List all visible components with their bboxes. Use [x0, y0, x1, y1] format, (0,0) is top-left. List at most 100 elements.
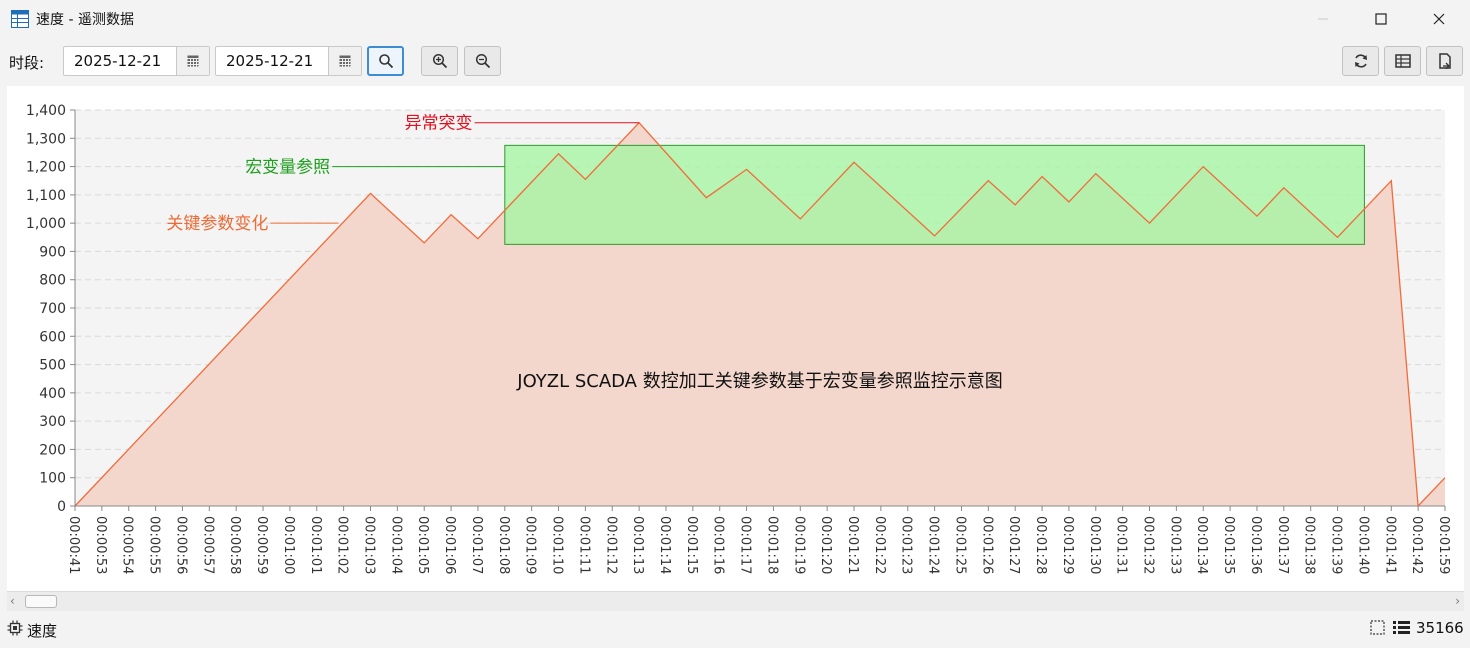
y-tick-label: 400 [39, 386, 66, 402]
toolbar: 时段: 2025-12-21 2025-12-21 [0, 38, 1470, 84]
x-tick-label: 00:01:04 [388, 516, 403, 574]
zoom-in-button[interactable] [421, 46, 458, 76]
x-tick-label: 00:01:07 [469, 516, 484, 574]
selection-icon[interactable] [1370, 620, 1385, 635]
search-icon [378, 54, 393, 69]
search-button[interactable] [367, 46, 404, 76]
x-tick-label: 00:01:20 [818, 516, 833, 574]
list-icon[interactable] [1393, 620, 1410, 635]
zoom-out-button[interactable] [464, 46, 501, 76]
y-tick-label: 1,400 [26, 103, 66, 119]
close-button[interactable] [1410, 0, 1468, 38]
y-tick-label: 1,300 [26, 131, 66, 147]
x-tick-label: 00:01:29 [1060, 516, 1075, 574]
x-tick-label: 00:01:28 [1033, 516, 1048, 574]
x-tick-label: 00:01:31 [1114, 516, 1129, 574]
x-tick-label: 00:01:22 [872, 516, 887, 574]
end-calendar-button[interactable] [328, 47, 361, 75]
calendar-icon [339, 55, 351, 67]
y-tick-label: 1,100 [26, 188, 66, 204]
maximize-icon [1375, 13, 1387, 25]
y-tick-label: 200 [39, 442, 66, 458]
record-count: 35166 [1416, 619, 1464, 637]
end-date-input[interactable]: 2025-12-21 [216, 47, 328, 75]
x-tick-label: 00:01:40 [1355, 516, 1370, 574]
x-tick-label: 00:01:35 [1221, 516, 1236, 574]
export-file-icon [1438, 53, 1451, 69]
x-tick-label: 00:00:59 [254, 516, 269, 574]
x-tick-label: 00:00:56 [173, 516, 188, 574]
refresh-icon [1354, 54, 1367, 68]
y-tick-label: 900 [39, 244, 66, 260]
x-tick-label: 00:01:01 [308, 516, 323, 574]
x-tick-label: 00:01:13 [630, 516, 645, 574]
x-tick-label: 00:01:03 [361, 516, 376, 574]
annotation-label: 异常突变 [405, 114, 473, 134]
x-tick-label: 00:01:23 [899, 516, 914, 574]
x-axis-ticks: 00:00:41 00:00:53 00:00:54 00:00:55 00:00:56… [66, 506, 1451, 574]
y-tick-label: 0 [57, 499, 66, 515]
period-label: 时段: [9, 54, 45, 72]
start-calendar-button[interactable] [176, 47, 209, 75]
close-icon [1433, 13, 1445, 25]
annotation-label: 宏变量参照 [245, 158, 330, 178]
x-tick-label: 00:01:15 [684, 516, 699, 574]
refresh-button[interactable] [1342, 46, 1379, 76]
y-tick-label: 300 [39, 414, 66, 430]
x-tick-label: 00:01:19 [791, 516, 806, 574]
annotation-label: 关键参数变化 [166, 214, 268, 234]
minimize-button[interactable] [1294, 0, 1352, 38]
maximize-button[interactable] [1352, 0, 1410, 38]
x-tick-label: 00:01:14 [657, 516, 672, 574]
x-tick-label: 00:01:08 [496, 516, 511, 574]
end-date-picker[interactable]: 2025-12-21 [215, 46, 362, 76]
x-tick-label: 00:01:16 [711, 516, 726, 574]
x-tick-label: 00:00:55 [147, 516, 162, 574]
y-tick-label: 1,200 [26, 160, 66, 176]
speed-area-chart: 0 100 200 300 400 500 600 700 800 900 1,000 1,100 1,… [26, 103, 1451, 574]
start-date-picker[interactable]: 2025-12-21 [63, 46, 210, 76]
x-tick-label: 00:01:59 [1436, 516, 1451, 574]
start-date-input[interactable]: 2025-12-21 [64, 47, 176, 75]
scrollbar-thumb[interactable] [25, 595, 57, 608]
x-tick-label: 00:01:32 [1141, 516, 1156, 574]
horizontal-scrollbar[interactable]: ‹ › [7, 591, 1464, 611]
x-tick-label: 00:01:25 [952, 516, 967, 574]
x-tick-label: 00:01:02 [335, 516, 350, 574]
status-bar: 速度 35166 [0, 612, 1470, 648]
y-tick-label: 800 [39, 273, 66, 289]
x-tick-label: 00:01:11 [576, 516, 591, 574]
x-tick-label: 00:01:37 [1275, 516, 1290, 574]
title-bar: 速度 - 遥测数据 [0, 0, 1470, 38]
y-tick-label: 100 [39, 471, 66, 487]
chip-icon [7, 620, 23, 636]
x-tick-label: 00:01:34 [1194, 516, 1209, 574]
x-tick-label: 00:01:24 [926, 516, 941, 574]
x-tick-label: 00:01:05 [415, 516, 430, 574]
y-tick-label: 600 [39, 329, 66, 345]
x-tick-label: 00:00:58 [227, 516, 242, 574]
table-view-button[interactable] [1384, 46, 1421, 76]
zoom-out-icon [475, 53, 490, 69]
x-tick-label: 00:01:18 [764, 516, 779, 574]
x-tick-label: 00:01:36 [1248, 516, 1263, 574]
x-tick-label: 00:01:17 [738, 516, 753, 574]
y-tick-label: 500 [39, 358, 66, 374]
x-tick-label: 00:00:53 [93, 516, 108, 574]
scroll-right-icon[interactable]: › [1455, 594, 1460, 608]
x-tick-label: 00:01:06 [442, 516, 457, 574]
reference-band [504, 144, 1365, 245]
series-name-label: 速度 [27, 622, 58, 640]
x-tick-label: 00:00:41 [66, 516, 81, 574]
minimize-icon [1318, 18, 1328, 20]
scroll-left-icon[interactable]: ‹ [10, 594, 15, 608]
x-tick-label: 00:01:33 [1167, 516, 1182, 574]
calendar-icon [187, 55, 199, 67]
export-button[interactable] [1426, 46, 1463, 76]
x-tick-label: 00:01:41 [1382, 516, 1397, 574]
window-title: 速度 - 遥测数据 [36, 12, 134, 28]
x-tick-label: 00:01:00 [281, 516, 296, 574]
x-tick-label: 00:01:10 [550, 516, 565, 574]
x-tick-label: 00:01:12 [603, 516, 618, 574]
x-tick-label: 00:01:26 [979, 516, 994, 574]
